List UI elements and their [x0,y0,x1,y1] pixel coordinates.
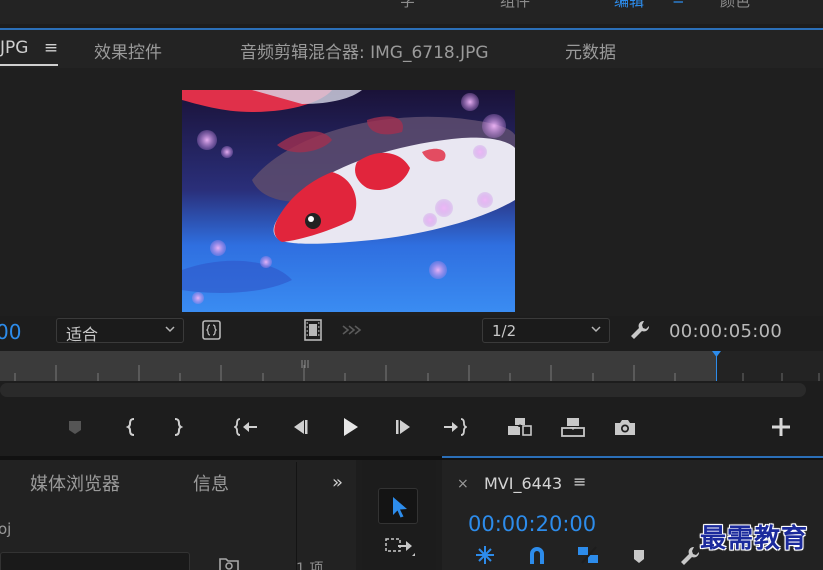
item-count: 1 项 [296,561,324,570]
go-to-out-icon[interactable] [443,415,467,439]
zoom-fit-select[interactable]: 适合 [56,318,184,344]
insert-icon[interactable] [507,415,535,439]
film-icon[interactable] [304,319,322,341]
zoom-fit-value: 适合 [66,325,99,344]
playback-resolution-value: 1/2 [492,322,517,340]
snap-icon[interactable] [526,544,548,566]
selection-tool[interactable] [378,488,418,524]
workspace-tab-assembly[interactable]: 组件 [500,0,530,11]
export-frame-icon[interactable] [613,415,637,439]
add-marker-icon[interactable] [63,415,87,439]
project-search-input[interactable] [0,552,190,570]
playhead-cap-icon[interactable] [712,351,721,359]
timeline-focus-line [442,456,823,458]
panel-overflow-icon[interactable]: » [332,472,343,493]
chevron-down-icon [165,326,175,333]
overwrite-icon[interactable] [560,415,586,439]
tab-audio-clip-mixer[interactable]: 音频剪辑混合器: IMG_6718.JPG [240,38,489,63]
mark-in-icon[interactable] [119,415,143,439]
source-preview-image [182,90,515,312]
tab-info[interactable]: 信息 [193,470,229,496]
duration-timecode: 00:00:05:00 [669,321,783,342]
drag-video-only-icon[interactable] [341,324,363,336]
workspace-tab-color[interactable]: 颜色 [720,0,750,11]
wrench-icon[interactable] [628,318,652,342]
tab-source[interactable]: JPG ≡ [0,38,58,58]
tab-media-browser[interactable]: 媒体浏览器 [30,470,120,496]
selection-tool-icon [393,497,407,518]
go-to-in-icon[interactable] [234,415,258,439]
step-back-icon[interactable] [287,415,311,439]
workspace-tab-editing[interactable]: 编辑 [614,0,644,11]
sequence-menu-icon[interactable]: ≡ [573,472,586,491]
time-ruler[interactable] [0,351,716,381]
project-name: oj [0,520,12,538]
watermark: 最需教育 [700,524,809,554]
add-button-icon[interactable] [769,415,793,439]
mark-out-icon[interactable] [166,415,190,439]
active-tab-underline [0,64,58,66]
tab-effect-controls[interactable]: 效果控件 [94,38,162,63]
workspace-tab-caption[interactable]: 字 [400,0,415,11]
zoom-scrollbar[interactable] [0,383,806,397]
tab-separator [296,462,297,570]
track-select-tool-icon[interactable] [384,536,418,560]
ruler-ticks [14,360,676,381]
workspace-bar: 字 组件 编辑 ≡ 颜色 [0,0,823,24]
sequence-timecode[interactable]: 00:00:20:00 [468,512,596,536]
safe-margins-icon[interactable] [201,319,222,341]
tab-metadata[interactable]: 元数据 [565,38,616,63]
nest-icon[interactable] [474,544,496,566]
playhead-timecode[interactable]: 00 [0,320,21,344]
linked-selection-icon[interactable] [576,544,600,566]
time-ruler-out-region [716,351,823,381]
sequence-tab-name[interactable]: MVI_6443 [484,474,562,493]
tab-source-label: JPG [0,38,29,58]
chevron-down-icon [591,326,601,333]
tab-source-menu-icon[interactable]: ≡ [44,38,58,58]
step-forward-icon[interactable] [392,415,416,439]
marker-icon[interactable] [630,547,648,565]
play-icon[interactable] [338,415,362,439]
new-search-bin-icon[interactable] [218,555,240,570]
workspace-tab-menu[interactable]: ≡ [672,0,685,8]
playback-resolution-select[interactable]: 1/2 [482,318,610,343]
close-sequence-icon[interactable]: × [457,476,469,492]
timeline-settings-icon[interactable] [678,544,702,568]
